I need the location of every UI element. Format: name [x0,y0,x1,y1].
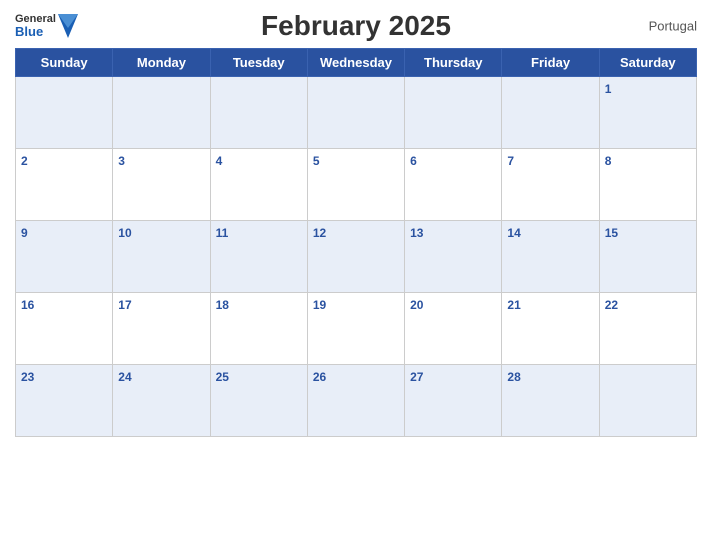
calendar-header: General Blue February 2025 Portugal [15,10,697,42]
calendar-day-cell: 24 [113,365,210,437]
day-number: 6 [410,154,417,168]
weekday-header: Tuesday [210,49,307,77]
day-number: 11 [216,226,229,240]
day-number: 13 [410,226,423,240]
day-number: 10 [118,226,131,240]
logo-icon [58,14,78,38]
day-number: 17 [118,298,131,312]
day-number: 9 [21,226,28,240]
calendar-day-cell: 16 [16,293,113,365]
calendar-day-cell [210,77,307,149]
day-number: 21 [507,298,520,312]
weekday-header: Sunday [16,49,113,77]
day-number: 14 [507,226,520,240]
calendar-week-row: 23 24 25 26 27 28 [16,365,697,437]
calendar-day-cell: 25 [210,365,307,437]
calendar-day-cell: 1 [599,77,696,149]
day-number: 28 [507,370,520,384]
calendar-day-cell: 17 [113,293,210,365]
calendar-body: 1234567891011121314151617181920212223242… [16,77,697,437]
calendar-day-cell: 10 [113,221,210,293]
calendar-day-cell: 15 [599,221,696,293]
calendar-week-row: 2 3 4 5 6 7 8 [16,149,697,221]
day-number: 7 [507,154,514,168]
day-number: 1 [605,82,612,96]
calendar-day-cell: 7 [502,149,599,221]
day-number: 19 [313,298,326,312]
calendar-day-cell: 14 [502,221,599,293]
calendar-day-cell: 9 [16,221,113,293]
calendar-day-cell: 6 [405,149,502,221]
calendar-day-cell: 22 [599,293,696,365]
calendar-day-cell: 13 [405,221,502,293]
calendar-day-cell [113,77,210,149]
country-label: Portugal [649,19,697,34]
day-number: 8 [605,154,612,168]
logo: General Blue [15,13,78,39]
calendar-table: SundayMondayTuesdayWednesdayThursdayFrid… [15,48,697,437]
day-number: 15 [605,226,618,240]
calendar-day-cell [502,77,599,149]
calendar-day-cell: 21 [502,293,599,365]
day-number: 24 [118,370,131,384]
calendar-day-cell: 20 [405,293,502,365]
day-number: 26 [313,370,326,384]
page-title: February 2025 [261,10,451,42]
day-number: 4 [216,154,223,168]
calendar-day-cell: 2 [16,149,113,221]
day-number: 27 [410,370,423,384]
calendar-day-cell: 28 [502,365,599,437]
day-number: 22 [605,298,618,312]
weekday-header: Saturday [599,49,696,77]
calendar-header-row: SundayMondayTuesdayWednesdayThursdayFrid… [16,49,697,77]
day-number: 12 [313,226,326,240]
day-number: 3 [118,154,125,168]
weekday-header: Friday [502,49,599,77]
calendar-day-cell: 23 [16,365,113,437]
calendar-day-cell: 19 [307,293,404,365]
weekday-header: Thursday [405,49,502,77]
day-number: 23 [21,370,34,384]
day-number: 20 [410,298,423,312]
day-number: 25 [216,370,229,384]
day-number: 18 [216,298,229,312]
weekday-header: Wednesday [307,49,404,77]
calendar-day-cell [599,365,696,437]
calendar-week-row: 16 17 18 19 20 21 22 [16,293,697,365]
weekday-header: Monday [113,49,210,77]
calendar-week-row: 9 10 11 12 13 14 15 [16,221,697,293]
calendar-day-cell: 27 [405,365,502,437]
calendar-day-cell: 5 [307,149,404,221]
calendar-day-cell: 11 [210,221,307,293]
day-number: 16 [21,298,34,312]
logo-blue: Blue [15,25,56,39]
calendar-day-cell [307,77,404,149]
calendar-day-cell: 18 [210,293,307,365]
day-number: 2 [21,154,28,168]
calendar-day-cell [405,77,502,149]
day-number: 5 [313,154,320,168]
calendar-day-cell: 8 [599,149,696,221]
calendar-day-cell: 3 [113,149,210,221]
calendar-week-row: 1 [16,77,697,149]
calendar-day-cell: 4 [210,149,307,221]
calendar-day-cell: 26 [307,365,404,437]
calendar-day-cell [16,77,113,149]
calendar-day-cell: 12 [307,221,404,293]
